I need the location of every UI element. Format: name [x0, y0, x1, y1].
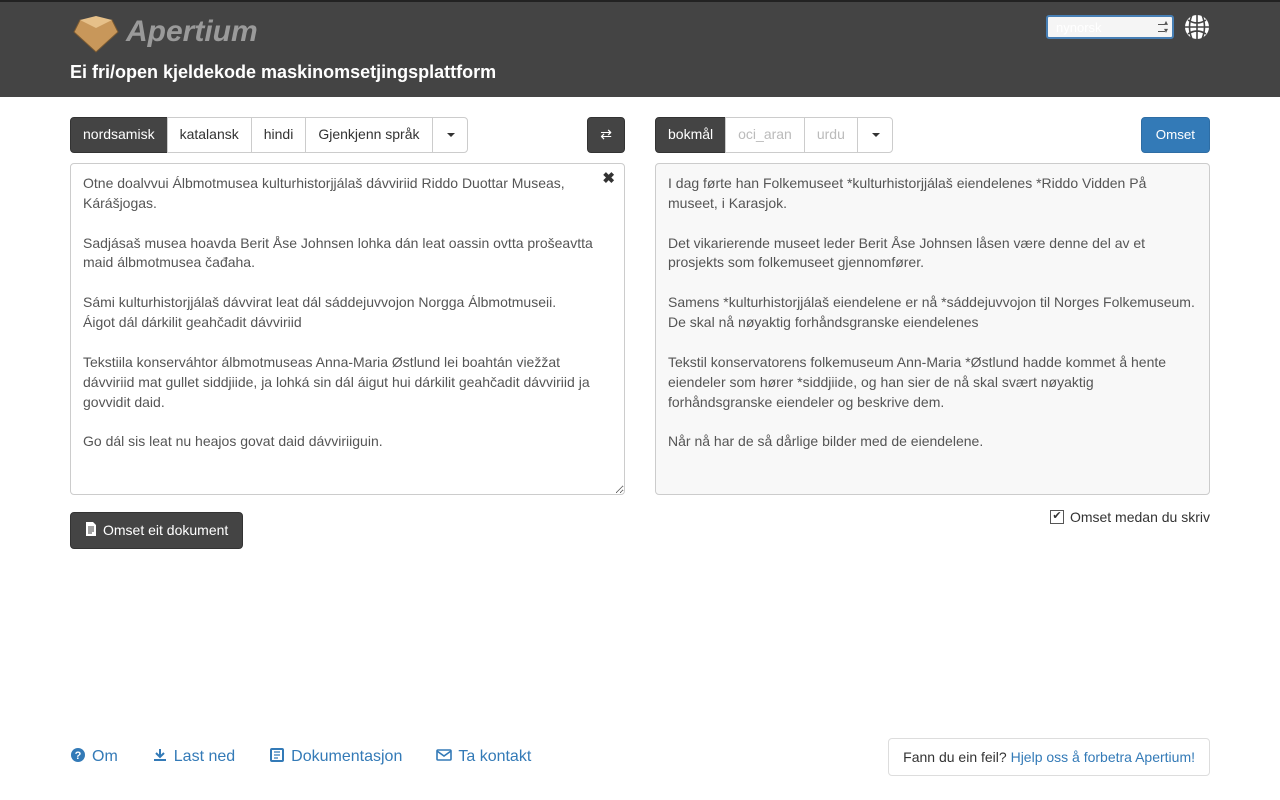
book-icon	[269, 747, 285, 768]
source-lang-group: nordsamisk katalansk hindi Gjenkjenn spr…	[70, 117, 468, 153]
target-lang-group: bokmål oci_aran urdu	[655, 117, 893, 153]
target-output: I dag førte han Folkemuseet *kulturhisto…	[655, 163, 1210, 495]
source-lang-katalansk[interactable]: katalansk	[167, 117, 252, 153]
question-circle-icon: ?	[70, 747, 86, 768]
document-icon	[85, 522, 97, 539]
globe-icon[interactable]	[1184, 14, 1210, 40]
download-icon	[152, 747, 168, 768]
source-textarea[interactable]	[70, 163, 625, 495]
svg-text:?: ?	[75, 750, 82, 762]
target-lang-bokmal[interactable]: bokmål	[655, 117, 726, 153]
feedback-prefix: Fann du ein feil?	[903, 749, 1010, 765]
translate-button[interactable]: Omset	[1141, 117, 1210, 153]
envelope-icon	[436, 747, 452, 768]
caret-down-icon	[872, 133, 880, 137]
brand: Apertium Ei fri/open kjeldekode maskinom…	[70, 10, 496, 83]
instant-translate-toggle[interactable]: ✔ Omset medan du skriv	[1050, 509, 1210, 525]
detect-language-button[interactable]: Gjenkjenn språk	[305, 117, 432, 153]
target-lang-urdu[interactable]: urdu	[804, 117, 858, 153]
swap-languages-button[interactable]: ⇄	[587, 117, 625, 153]
ui-language-value: nynorsk	[1056, 20, 1102, 35]
target-lang-oci-aran[interactable]: oci_aran	[725, 117, 805, 153]
footer: ? Om Last ned Dokumentasjon Ta kontakt F…	[0, 720, 1280, 800]
footer-documentation-link[interactable]: Dokumentasjon	[269, 747, 402, 768]
source-lang-hindi[interactable]: hindi	[251, 117, 307, 153]
footer-download-link[interactable]: Last ned	[152, 747, 235, 768]
feedback-link[interactable]: Hjelp oss å forbetra Apertium!	[1011, 749, 1195, 765]
select-arrows-icon: ▴▾	[1164, 19, 1168, 35]
translate-document-label: Omset eit dokument	[103, 522, 228, 538]
feedback-box: Fann du ein feil? Hjelp oss å forbetra A…	[888, 738, 1210, 776]
logo-title: Apertium	[126, 17, 258, 47]
checkbox-icon: ✔	[1050, 510, 1064, 524]
clear-source-button[interactable]: ✖	[602, 169, 615, 187]
ui-language-select[interactable]: nynorsk ▴▾	[1046, 15, 1174, 39]
source-lang-nordsamisk[interactable]: nordsamisk	[70, 117, 168, 153]
navbar: Apertium Ei fri/open kjeldekode maskinom…	[0, 0, 1280, 97]
source-column: nordsamisk katalansk hindi Gjenkjenn spr…	[70, 117, 625, 549]
swap-icon: ⇄	[600, 125, 612, 145]
instant-translate-label: Omset medan du skriv	[1070, 509, 1210, 525]
caret-down-icon	[447, 133, 455, 137]
subtitle: Ei fri/open kjeldekode maskinomsetjingsp…	[70, 62, 496, 83]
footer-about-link[interactable]: ? Om	[70, 747, 118, 768]
translate-document-button[interactable]: Omset eit dokument	[70, 512, 243, 549]
target-column: bokmål oci_aran urdu Omset I dag førte h…	[655, 117, 1210, 549]
target-lang-dropdown[interactable]	[857, 117, 893, 153]
logo-icon	[70, 10, 122, 54]
footer-contact-link[interactable]: Ta kontakt	[436, 747, 531, 768]
source-lang-dropdown[interactable]	[432, 117, 468, 153]
